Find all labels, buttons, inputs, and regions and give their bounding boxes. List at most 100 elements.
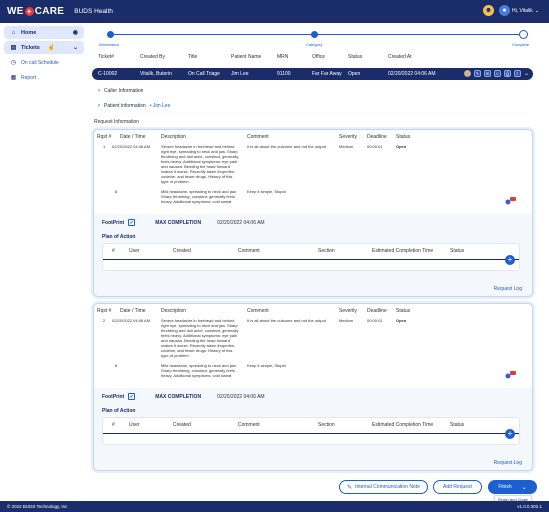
request-description: Severe headache in forehead and behind r… bbox=[161, 144, 239, 184]
request-information-title: Request Information bbox=[94, 119, 140, 125]
edit-icon[interactable]: ✎ bbox=[473, 70, 481, 77]
sidebar-item-on-call-schedule[interactable]: ◷ On call Schedule bbox=[4, 56, 84, 69]
finish-button[interactable]: Finish ⌄ bbox=[488, 480, 537, 494]
main-content: Information Category Complete Ticket# Cr… bbox=[88, 23, 549, 501]
column-header: Description bbox=[161, 134, 187, 140]
max-completion-label: MAX COMPLETION bbox=[155, 219, 202, 226]
ticket-icon: ▤ bbox=[10, 45, 17, 51]
sidebar-item-report[interactable]: ▦ Report bbox=[4, 71, 84, 84]
sidebar-item-tickets[interactable]: ▤ Tickets ☝ ⌄ bbox=[4, 41, 84, 54]
internal-communication-note-button[interactable]: ✎ Internal Communication Note bbox=[339, 480, 428, 494]
request-comment: It is all about the outcome and not the … bbox=[247, 318, 326, 323]
column-header: Section bbox=[318, 248, 335, 254]
cursor-hand-icon: ☝ bbox=[47, 45, 56, 51]
column-header: Office bbox=[312, 54, 325, 60]
column-header: Created At bbox=[388, 54, 412, 60]
copyright-text: © 2022 BUDS Technology, Inc bbox=[7, 504, 68, 509]
chevron-down-icon: ⌄ bbox=[72, 45, 78, 51]
request-comment: It is all about the outcome and not the … bbox=[247, 144, 326, 149]
sidebar: ⌂ Home ◉ ▤ Tickets ☝ ⌄ ◷ On call Schedul… bbox=[0, 23, 88, 501]
print-icon[interactable]: ⎙ bbox=[503, 70, 511, 77]
footprint-label: FootPrint bbox=[102, 219, 125, 226]
we-care-logo[interactable]: WE + CARE bbox=[7, 6, 64, 17]
ticket-number: C-10002 bbox=[98, 71, 118, 77]
chat-icon[interactable]: ✉ bbox=[483, 70, 491, 77]
add-request-button[interactable]: Add Request bbox=[433, 480, 482, 494]
step-dot-information bbox=[107, 31, 114, 38]
profile-icon: ● bbox=[499, 5, 511, 16]
user-menu[interactable]: ● Hi, Vitalik ⌄ bbox=[499, 5, 539, 16]
logo-text-left: WE bbox=[7, 6, 24, 17]
caller-information-toggle[interactable]: › Caller Information bbox=[98, 88, 143, 94]
note-icon: ✎ bbox=[347, 484, 353, 491]
request-details: Rqst # Date / Time Description Comment S… bbox=[94, 130, 532, 214]
request-status: Open bbox=[396, 318, 407, 323]
user-avatar-icon[interactable]: ☻ bbox=[483, 5, 495, 16]
column-header: # bbox=[112, 422, 115, 428]
sidebar-item-label: Tickets bbox=[21, 44, 40, 51]
ticket-title: On Call Triage bbox=[188, 71, 220, 77]
sub-request-comment: Keep it simple, Stupid bbox=[247, 189, 286, 194]
column-header: Estimated Completion Time bbox=[372, 422, 434, 428]
column-header: Status bbox=[396, 308, 411, 314]
home-icon: ⌂ bbox=[11, 29, 16, 36]
column-header: Deadline bbox=[367, 308, 387, 314]
alert-icon[interactable]: ! bbox=[463, 70, 471, 77]
column-header: Deadline bbox=[367, 134, 387, 140]
finish-label: Finish bbox=[498, 484, 512, 490]
ticket-actions: ! ✎ ✉ ☺ ⎙ ≡ ⌄ bbox=[463, 70, 529, 77]
chevron-down-icon[interactable]: ⌄ bbox=[524, 70, 529, 77]
request-datetime: 02/20/2022 04:06 AM bbox=[112, 144, 151, 149]
footprint-row: FootPrint ✓ MAX COMPLETION 02/20/2022 04… bbox=[102, 393, 265, 400]
column-header: Rqst # bbox=[97, 308, 112, 314]
sidebar-item-home[interactable]: ⌂ Home ◉ bbox=[4, 26, 84, 39]
request-severity: Medium bbox=[339, 318, 354, 323]
sub-request-description: Mild headache, spreading to neck and jaw… bbox=[161, 363, 237, 378]
patient-name-link[interactable]: • Jim Lee bbox=[150, 103, 171, 109]
max-completion-label: MAX COMPLETION bbox=[155, 393, 202, 400]
max-completion-date: 02/20/2022 04:06 AM bbox=[217, 219, 265, 226]
column-header: Date / Time bbox=[120, 134, 146, 140]
patient-information-toggle[interactable]: › Patient information • Jim Lee bbox=[98, 103, 170, 109]
footprint-checkbox[interactable]: ✓ bbox=[128, 219, 136, 226]
add-plan-button[interactable]: + bbox=[505, 255, 515, 265]
ticket-header-labels: Ticket# Created By Title Patient Name MR… bbox=[98, 54, 529, 60]
column-header: Estimated Completion Time bbox=[372, 248, 434, 254]
request-log-link[interactable]: Request Log bbox=[494, 286, 522, 292]
request-deadline: 00:00:01 bbox=[367, 144, 383, 149]
step-label-information: Information bbox=[99, 42, 120, 47]
alert-person-icon[interactable] bbox=[505, 370, 517, 380]
column-header: Section bbox=[318, 422, 335, 428]
request-datetime: 02/20/2022 04:06 AM bbox=[112, 318, 151, 323]
column-header: Patient Name bbox=[231, 54, 262, 60]
request-deadline: 00:00:01 bbox=[367, 318, 383, 323]
request-card: Rqst # Date / Time Description Comment S… bbox=[93, 303, 533, 471]
app-name: BUDS Health bbox=[74, 8, 113, 15]
column-header: User bbox=[129, 422, 140, 428]
request-status: Open bbox=[396, 144, 407, 149]
request-description: Severe headache in forehead and behind r… bbox=[161, 318, 239, 358]
menu-icon[interactable]: ≡ bbox=[513, 70, 521, 77]
table-divider bbox=[103, 259, 519, 260]
max-completion-date: 02/20/2022 04:06 AM bbox=[217, 393, 265, 400]
alert-person-icon[interactable] bbox=[505, 196, 517, 206]
request-log-link[interactable]: Request Log bbox=[494, 460, 522, 466]
column-header: Comment bbox=[247, 308, 269, 314]
column-header: MRN bbox=[277, 54, 289, 60]
ticket-created-at: 02/20/2022 04:06 AM bbox=[388, 71, 436, 77]
add-plan-button[interactable]: + bbox=[505, 429, 515, 439]
footprint-checkbox[interactable]: ✓ bbox=[128, 393, 136, 400]
table-divider bbox=[103, 433, 519, 434]
request-number: 1 bbox=[103, 144, 106, 149]
collapse-sidebar-icon[interactable]: ◉ bbox=[73, 29, 78, 36]
caller-information-label: Caller Information bbox=[104, 88, 144, 94]
user-icon[interactable]: ☺ bbox=[493, 70, 501, 77]
ticket-summary-bar[interactable]: C-10002 Vitalik, Buterin On Call Triage … bbox=[92, 68, 533, 80]
chevron-down-icon: ⌄ bbox=[534, 7, 539, 14]
column-header: Comment bbox=[238, 422, 260, 428]
ticket-mrn: 91100 bbox=[277, 71, 291, 77]
column-header: Status bbox=[450, 248, 465, 254]
logo-plus-icon: + bbox=[24, 7, 34, 16]
progress-stepper: Information Category Complete bbox=[98, 29, 529, 49]
column-header: Rqst # bbox=[97, 134, 112, 140]
